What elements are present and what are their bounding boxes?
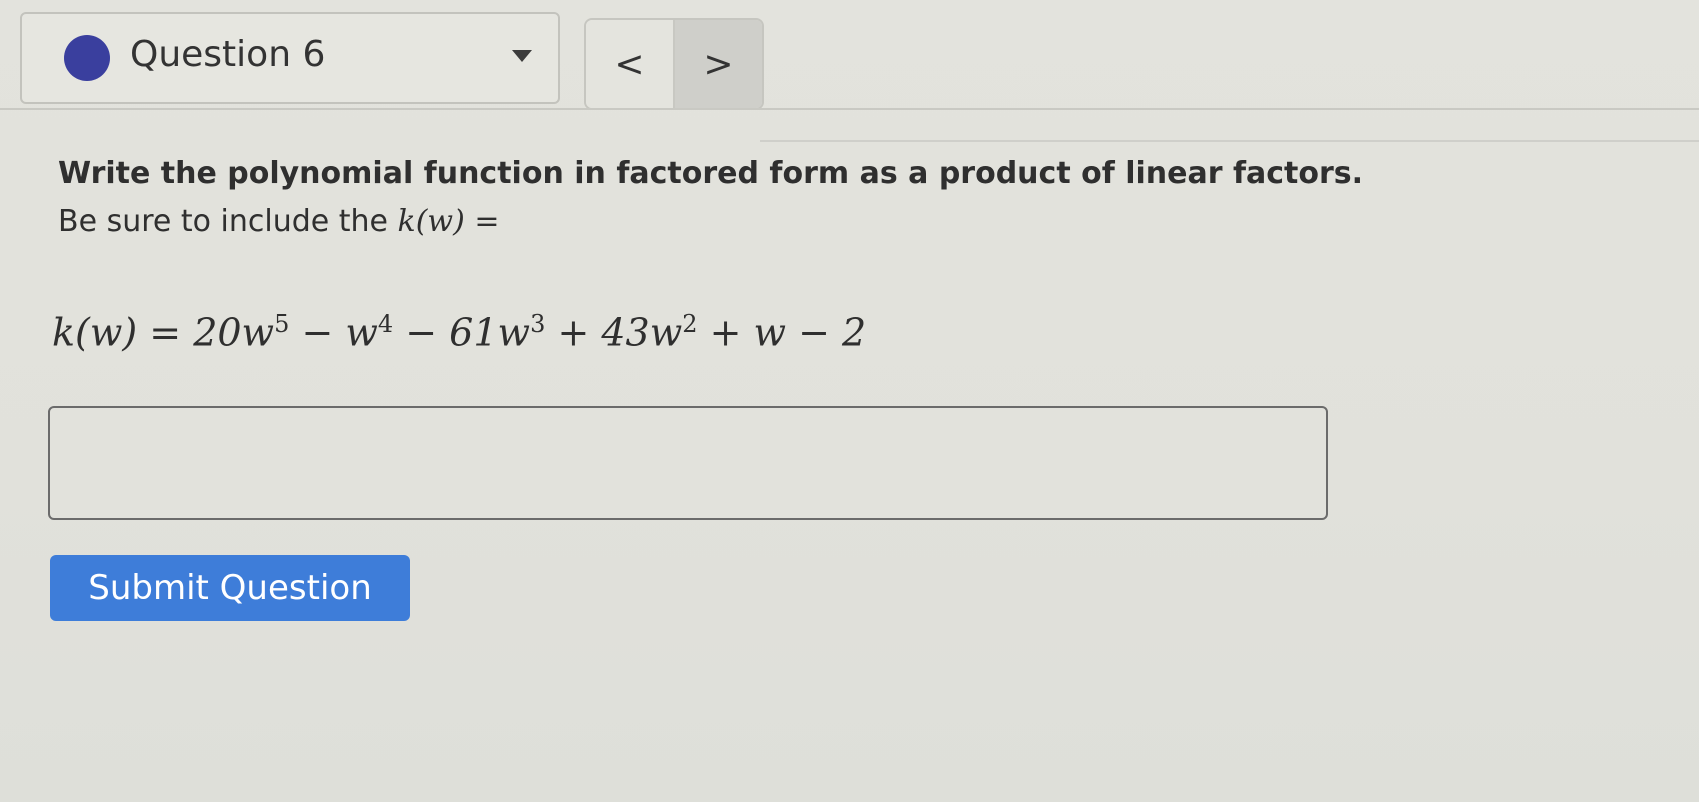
equation-term-5: + w − 2: [697, 310, 867, 355]
dropdown-caret-icon: [512, 50, 532, 62]
equation-lhs: k(w) =: [52, 310, 194, 355]
answer-input[interactable]: [48, 406, 1328, 520]
equation-term-3: − 61w: [393, 310, 531, 355]
equation-exp-2: 4: [377, 310, 394, 338]
prompt-line-1: Write the polynomial function in factore…: [58, 156, 1364, 191]
question-title: Question 6: [130, 34, 326, 75]
question-selector[interactable]: Question 6: [20, 12, 560, 104]
status-dot-icon: [64, 35, 110, 81]
equation-exp-1: 5: [274, 310, 290, 338]
submit-question-button[interactable]: Submit Question: [50, 555, 410, 621]
prompt-line-2: Be sure to include the k(w) =: [58, 198, 1558, 246]
equation-exp-4: 2: [682, 310, 698, 338]
equation-term-2: − w: [289, 310, 378, 355]
question-nav: < >: [584, 18, 764, 110]
previous-question-button[interactable]: <: [586, 20, 675, 108]
equation-term-4: + 43w: [545, 310, 683, 355]
equation-term-1: 20w: [193, 310, 275, 355]
next-question-button[interactable]: >: [675, 20, 762, 108]
question-prompt: Write the polynomial function in factore…: [58, 150, 1558, 246]
equation-exp-3: 3: [530, 310, 546, 338]
prompt-line-2-math: k(w) =: [397, 204, 500, 239]
header-divider: [0, 108, 1699, 110]
prompt-line-2-text: Be sure to include the: [58, 204, 398, 239]
header-divider-secondary: [760, 140, 1699, 142]
polynomial-equation: k(w) = 20w5 − w4 − 61w3 + 43w2 + w − 2: [52, 310, 866, 355]
